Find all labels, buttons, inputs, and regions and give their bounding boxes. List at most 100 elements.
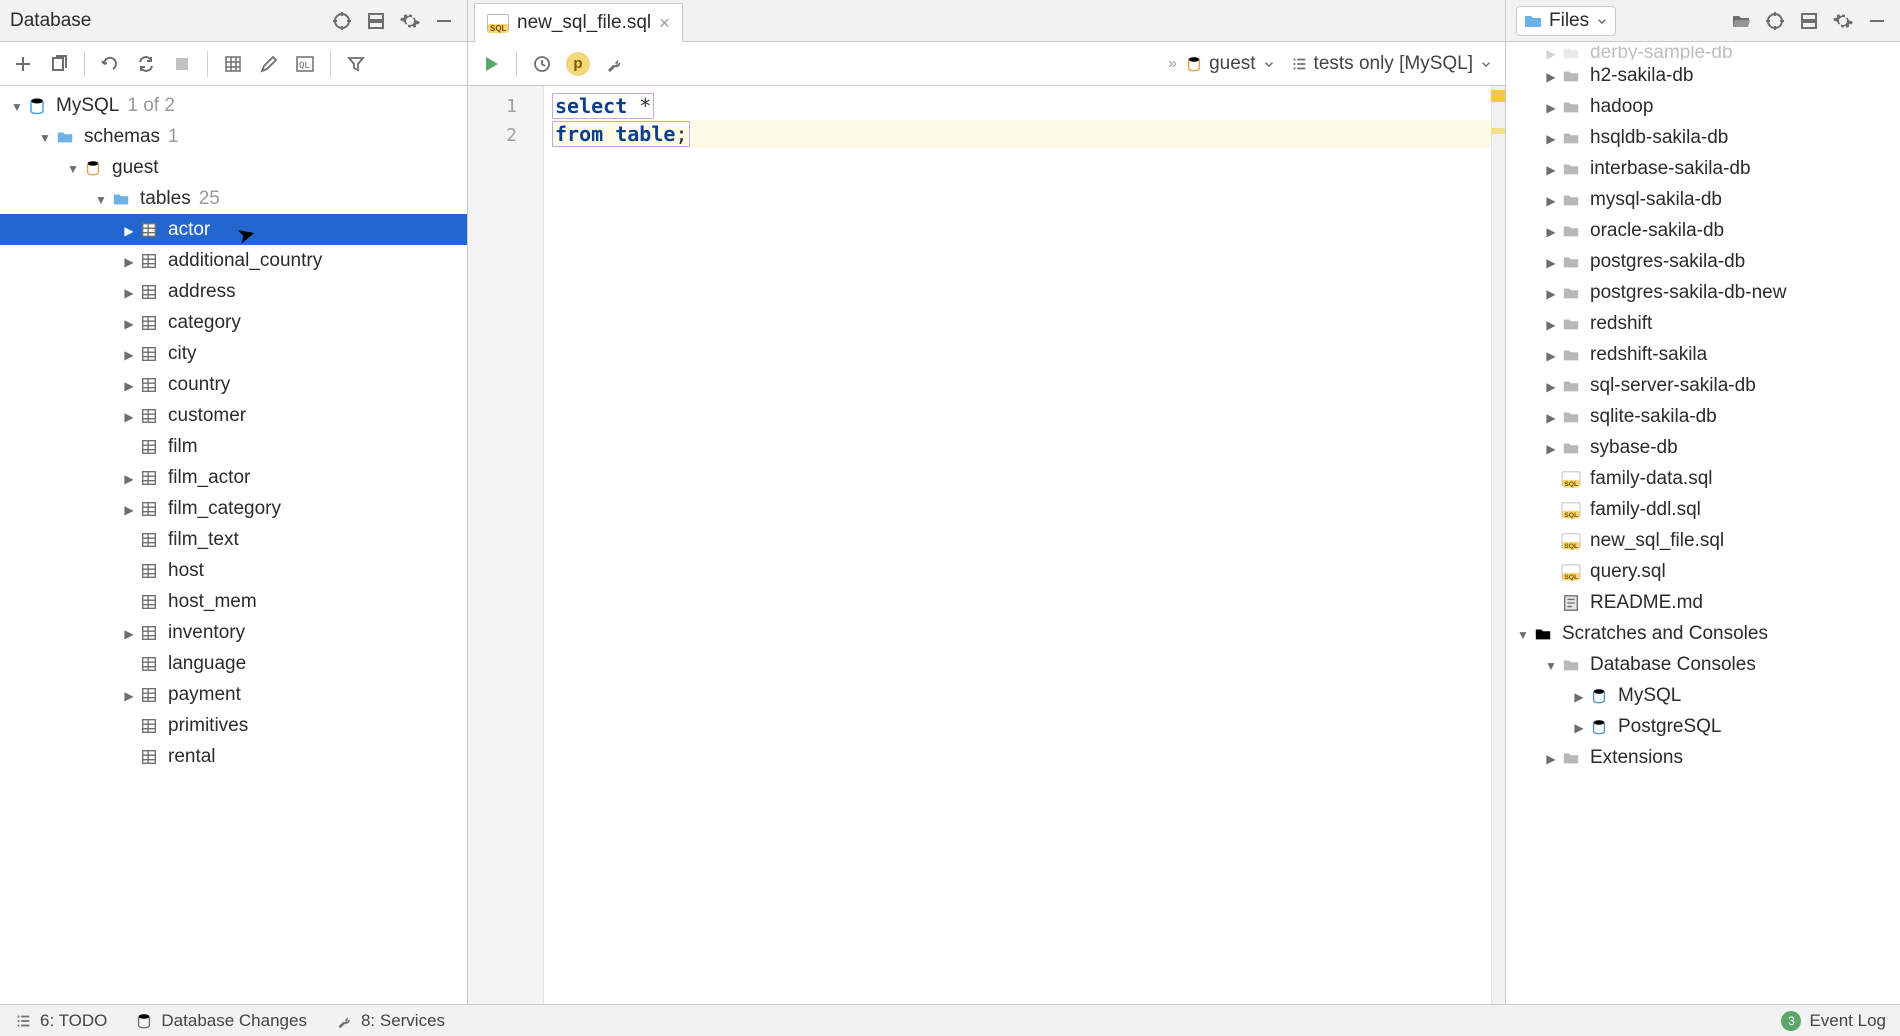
editor-tab[interactable]: new_sql_file.sql × [474,3,683,42]
split-icon[interactable] [1792,4,1826,38]
table-node-film[interactable]: film [0,431,467,462]
folder-node-sql-server-sakila-db[interactable]: sql-server-sakila-db [1506,370,1900,401]
history-icon[interactable] [525,47,559,81]
tab-filename: new_sql_file.sql [517,12,651,34]
data-view-icon[interactable] [216,47,250,81]
table-node-host_mem[interactable]: host_mem [0,586,467,617]
warning-marker[interactable] [1491,128,1505,134]
sync-icon[interactable] [129,47,163,81]
schema-node[interactable]: guest [0,152,467,183]
tables-node[interactable]: tables25 [0,183,467,214]
status-todo[interactable]: 6: TODO [14,1011,107,1031]
folder-node-h2-sakila-db[interactable]: h2-sakila-db [1506,60,1900,91]
folder-node-oracle-sakila-db[interactable]: oracle-sakila-db [1506,215,1900,246]
minimize-icon[interactable] [1860,4,1894,38]
run-icon[interactable] [474,47,508,81]
locate-icon[interactable] [325,4,359,38]
console-node-PostgreSQL[interactable]: PostgreSQL [1506,711,1900,742]
wrench-icon[interactable] [597,47,631,81]
gear-icon[interactable] [1826,4,1860,38]
table-node-language[interactable]: language [0,648,467,679]
annotation-bar [1491,86,1505,1004]
warning-marker[interactable] [1491,90,1505,102]
database-title-bar: Database [0,0,467,42]
table-node-additional_country[interactable]: additional_country [0,245,467,276]
table-node-customer[interactable]: customer [0,400,467,431]
extensions-node[interactable]: Extensions [1506,742,1900,773]
folder-node-sybase-db[interactable]: sybase-db [1506,432,1900,463]
console-node-MySQL[interactable]: MySQL [1506,680,1900,711]
table-node-inventory[interactable]: inventory [0,617,467,648]
file-node-family-data.sql[interactable]: family-data.sql [1506,463,1900,494]
files-panel: Files derby-sample-dbh2-sakila-dbhadooph… [1505,0,1900,1004]
add-icon[interactable] [6,47,40,81]
duplicate-icon[interactable] [42,47,76,81]
folder-node-mysql-sakila-db[interactable]: mysql-sakila-db [1506,184,1900,215]
database-tree[interactable]: MySQL1 of 2schemas1guesttables25actoradd… [0,86,467,1004]
table-node-rental[interactable]: rental [0,741,467,772]
status-services[interactable]: 8: Services [335,1011,445,1031]
file-node-new_sql_file.sql[interactable]: new_sql_file.sql [1506,525,1900,556]
status-event-log[interactable]: 3 Event Log [1781,1011,1886,1031]
table-node-address[interactable]: address [0,276,467,307]
folder-node-postgres-sakila-db-new[interactable]: postgres-sakila-db-new [1506,277,1900,308]
editor-gutter: 12 [468,86,544,1004]
close-tab-icon[interactable]: × [659,13,670,34]
table-node-city[interactable]: city [0,338,467,369]
files-title-bar: Files [1506,0,1900,42]
folder-node-redshift-sakila[interactable]: redshift-sakila [1506,339,1900,370]
editor-panel: new_sql_file.sql × p » guest tests only … [468,0,1505,1004]
folder-node-redshift[interactable]: redshift [1506,308,1900,339]
table-node-film_actor[interactable]: film_actor [0,462,467,493]
folder-node-sqlite-sakila-db[interactable]: sqlite-sakila-db [1506,401,1900,432]
editor-tab-row: new_sql_file.sql × [468,0,1505,42]
code-line[interactable]: from table; [552,120,1497,148]
code-line[interactable]: select * [552,92,1497,120]
schema-selector[interactable]: guest [1179,53,1281,75]
table-node-film_category[interactable]: film_category [0,493,467,524]
table-node-category[interactable]: category [0,307,467,338]
folder-node-hsqldb-sakila-db[interactable]: hsqldb-sakila-db [1506,122,1900,153]
refresh-icon[interactable] [93,47,127,81]
gear-icon[interactable] [393,4,427,38]
stop-icon[interactable] [165,47,199,81]
files-tree[interactable]: derby-sample-dbh2-sakila-dbhadoophsqldb-… [1506,42,1900,1004]
file-node-README.md[interactable]: README.md [1506,587,1900,618]
filter-icon[interactable] [339,47,373,81]
locate-icon[interactable] [1758,4,1792,38]
table-node-film_text[interactable]: film_text [0,524,467,555]
minimize-icon[interactable] [427,4,461,38]
ql-console-icon[interactable] [288,47,322,81]
table-node-payment[interactable]: payment [0,679,467,710]
gutter-line: 2 [468,121,543,150]
split-icon[interactable] [359,4,393,38]
table-node-actor[interactable]: actor [0,214,467,245]
datasource-node[interactable]: MySQL1 of 2 [0,90,467,121]
file-node-query.sql[interactable]: query.sql [1506,556,1900,587]
overflow-icon[interactable]: » [1168,55,1177,73]
table-node-host[interactable]: host [0,555,467,586]
session-selector[interactable]: tests only [MySQL] [1284,53,1499,75]
database-panel: Database MySQL1 of 2schemas1guesttables2… [0,0,468,1004]
table-node-primitives[interactable]: primitives [0,710,467,741]
p-badge-icon[interactable]: p [561,47,595,81]
folder-node-interbase-sakila-db[interactable]: interbase-sakila-db [1506,153,1900,184]
scratches-node[interactable]: Scratches and Consoles [1506,618,1900,649]
schemas-node[interactable]: schemas1 [0,121,467,152]
open-folder-icon[interactable] [1724,4,1758,38]
sql-file-icon [487,14,509,32]
status-bar: 6: TODO Database Changes 8: Services 3 E… [0,1004,1900,1036]
files-view-selector[interactable]: Files [1516,6,1616,36]
folder-node-hadoop[interactable]: hadoop [1506,91,1900,122]
db-consoles-node[interactable]: Database Consoles [1506,649,1900,680]
gutter-line: 1 [468,92,543,121]
code-editor[interactable]: 12 select *from table; [468,86,1505,1004]
file-node-family-ddl.sql[interactable]: family-ddl.sql [1506,494,1900,525]
status-db-changes[interactable]: Database Changes [135,1011,307,1031]
edit-icon[interactable] [252,47,286,81]
editor-code[interactable]: select *from table; [544,86,1505,1004]
table-node-country[interactable]: country [0,369,467,400]
folder-node-postgres-sakila-db[interactable]: postgres-sakila-db [1506,246,1900,277]
database-title: Database [10,10,325,32]
folder-node[interactable]: derby-sample-db [1506,46,1900,60]
